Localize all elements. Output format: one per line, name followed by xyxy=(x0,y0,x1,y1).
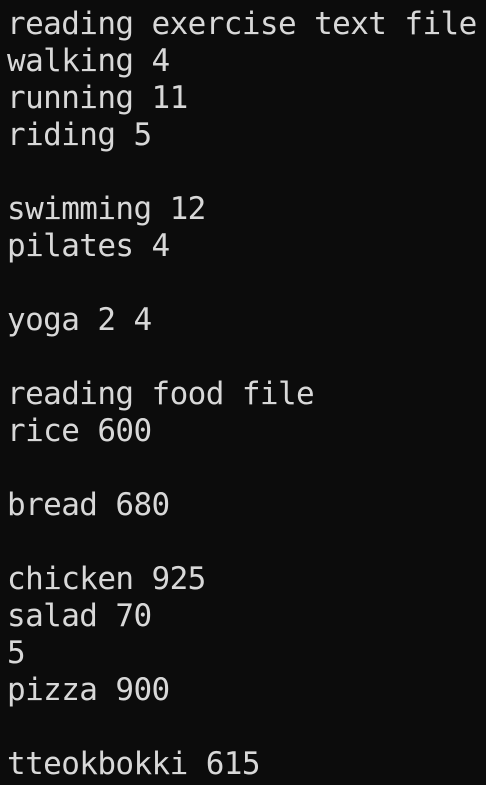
console-line: reading food file xyxy=(7,376,315,412)
console-line: rice 600 xyxy=(7,413,152,449)
console-line: tteokbokki 615 xyxy=(7,746,260,782)
console-line: reading exercise text file xyxy=(7,6,477,42)
console-line: running 11 xyxy=(7,80,188,116)
console-line: chicken 925 xyxy=(7,561,206,597)
console-line: swimming 12 xyxy=(7,191,206,227)
console-line: pizza 900 xyxy=(7,672,170,708)
console-line: 5 xyxy=(7,635,26,671)
console-line: salad 70 xyxy=(7,598,152,634)
console-line: riding 5 xyxy=(7,117,152,153)
console-line: pilates 4 xyxy=(7,228,170,264)
console-line: yoga 2 4 xyxy=(7,302,152,338)
console-line: bread 680 xyxy=(7,487,170,523)
console-output[interactable]: reading exercise text file walking 4 run… xyxy=(0,0,486,785)
console-line: walking 4 xyxy=(7,43,170,79)
